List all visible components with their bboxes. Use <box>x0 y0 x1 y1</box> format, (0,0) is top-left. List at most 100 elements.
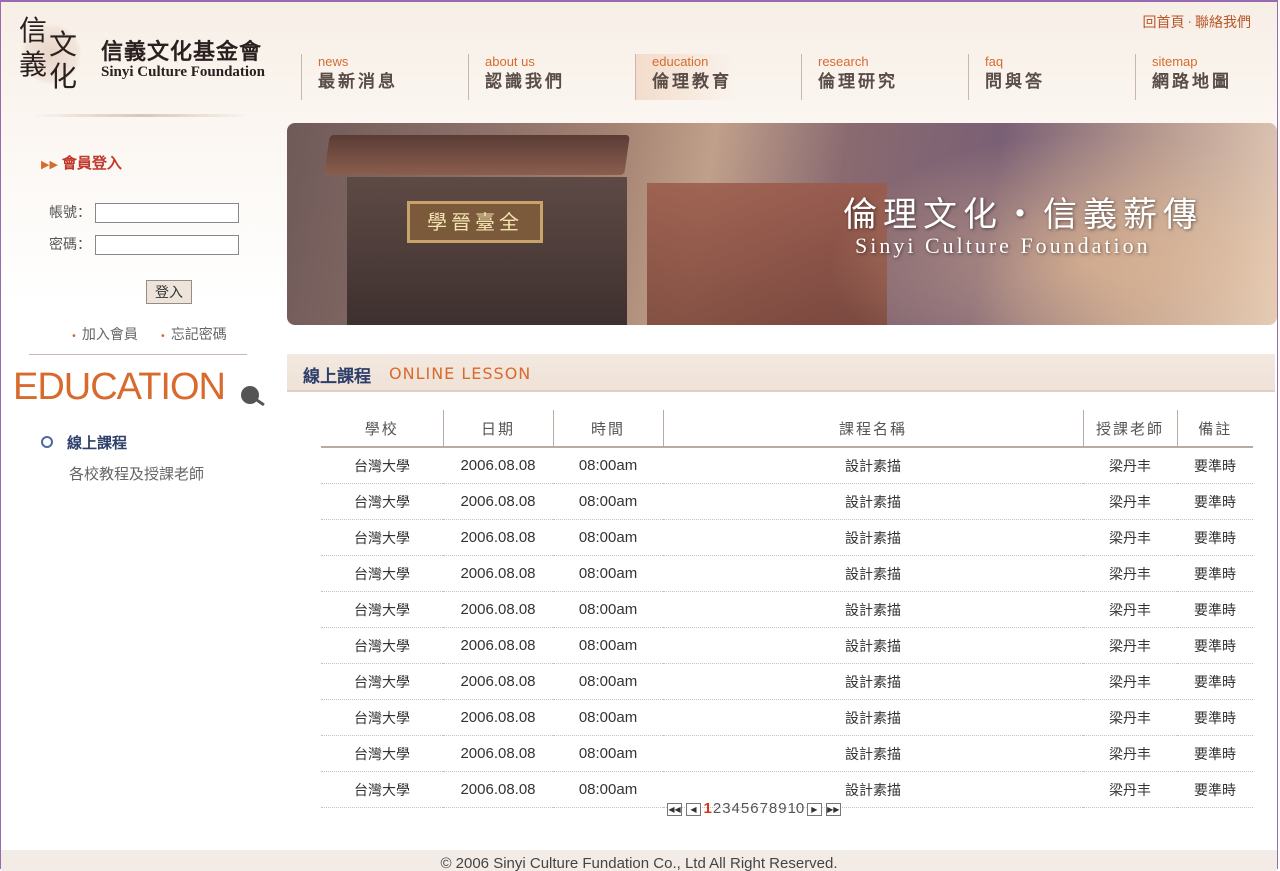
nav-item-news[interactable]: news 最新消息 <box>301 54 468 100</box>
cell-date: 2006.08.08 <box>443 627 553 664</box>
cell-time: 08:00am <box>553 663 663 700</box>
password-input[interactable] <box>95 235 239 255</box>
logo-divider <box>31 114 251 117</box>
table-row: 台灣大學 2006.08.08 08:00am 設計素描 梁丹丰 要準時 <box>321 447 1253 484</box>
page-link-2[interactable]: 2 <box>713 800 721 817</box>
logo-name-en: Sinyi Culture Foundation <box>101 64 265 80</box>
cell-course[interactable]: 設計素描 <box>663 591 1083 628</box>
page-link-6[interactable]: 6 <box>750 800 758 817</box>
cell-date: 2006.08.08 <box>443 735 553 772</box>
cell-course[interactable]: 設計素描 <box>663 555 1083 592</box>
cell-course[interactable]: 設計素描 <box>663 483 1083 520</box>
nav-item-education[interactable]: education 倫理教育 <box>635 54 802 100</box>
cell-date: 2006.08.08 <box>443 555 553 592</box>
cell-course[interactable]: 設計素描 <box>663 627 1083 664</box>
cell-school: 台灣大學 <box>321 591 443 628</box>
site-logo[interactable]: 信 文 義 化 信義文化基金會 Sinyi Culture Foundation <box>15 12 285 93</box>
cell-teacher: 梁丹丰 <box>1083 735 1177 772</box>
last-page-icon[interactable]: ▶▶ <box>825 802 841 816</box>
page-numbers: 12345678910 <box>703 800 805 817</box>
cell-note: 要準時 <box>1177 699 1253 736</box>
nav-item-sitemap[interactable]: sitemap 網路地圖 <box>1135 54 1280 100</box>
password-row: 密碼： <box>49 234 239 255</box>
table-row: 台灣大學 2006.08.08 08:00am 設計素描 梁丹丰 要準時 <box>321 699 1253 736</box>
page-link-10[interactable]: 10 <box>788 800 805 817</box>
side-menu-online-lesson[interactable]: 線上課程 <box>41 432 204 453</box>
cell-school: 台灣大學 <box>321 519 443 556</box>
contact-link[interactable]: 聯絡我們 <box>1195 15 1251 31</box>
cell-course[interactable]: 設計素描 <box>663 519 1083 556</box>
account-row: 帳號： <box>49 202 239 223</box>
cell-course[interactable]: 設計素描 <box>663 447 1083 484</box>
cell-date: 2006.08.08 <box>443 663 553 700</box>
cell-teacher: 梁丹丰 <box>1083 591 1177 628</box>
page-link-1[interactable]: 1 <box>704 800 712 817</box>
header-time: 時間 <box>552 410 663 448</box>
table-row: 台灣大學 2006.08.08 08:00am 設計素描 梁丹丰 要準時 <box>321 483 1253 520</box>
cell-note: 要準時 <box>1177 555 1253 592</box>
hero-banner: 學晉臺全 倫理文化・信義薪傳 Sinyi Culture Foundation <box>287 123 1277 325</box>
banner-title-cn: 倫理文化・信義薪傳 <box>843 195 1203 235</box>
login-links: • 加入會員 • 忘記密碼 <box>71 324 249 344</box>
page-link-4[interactable]: 4 <box>732 800 740 817</box>
cell-time: 08:00am <box>553 771 663 808</box>
banner-gate-graphic <box>347 177 627 325</box>
cell-date: 2006.08.08 <box>443 591 553 628</box>
banner-plaque: 學晉臺全 <box>407 201 543 243</box>
cell-note: 要準時 <box>1177 735 1253 772</box>
cell-time: 08:00am <box>553 735 663 772</box>
page-link-5[interactable]: 5 <box>741 800 749 817</box>
cell-school: 台灣大學 <box>321 699 443 736</box>
forgot-password-link[interactable]: • 忘記密碼 <box>160 327 227 343</box>
bullet-icon: • <box>159 331 166 342</box>
page-link-9[interactable]: 9 <box>778 800 786 817</box>
cell-time: 08:00am <box>553 483 663 520</box>
lessons-table: 學校 日期 時間 課程名稱 授課老師 備註 台灣大學 2006.08.08 08:0… <box>321 410 1253 808</box>
double-arrow-icon: ▶▶ <box>41 158 58 171</box>
sidebar-divider <box>29 354 247 355</box>
header-teacher: 授課老師 <box>1082 410 1177 448</box>
side-menu: 線上課程 各校教程及授課老師 <box>41 432 204 484</box>
account-input[interactable] <box>95 203 239 223</box>
cell-school: 台灣大學 <box>321 663 443 700</box>
cell-course[interactable]: 設計素描 <box>663 663 1083 700</box>
login-button[interactable]: 登入 <box>146 280 192 304</box>
cell-note: 要準時 <box>1177 771 1253 808</box>
table-row: 台灣大學 2006.08.08 08:00am 設計素描 梁丹丰 要準時 <box>321 519 1253 556</box>
cell-note: 要準時 <box>1177 519 1253 556</box>
cell-date: 2006.08.08 <box>443 447 553 484</box>
education-heading: EDUCATION <box>13 366 226 408</box>
next-page-icon[interactable]: ▶ <box>806 802 822 816</box>
header-course: 課程名稱 <box>662 410 1083 448</box>
home-link[interactable]: 回首頁 <box>1143 15 1185 31</box>
first-page-icon[interactable]: ◀◀ <box>667 802 682 816</box>
table-row: 台灣大學 2006.08.08 08:00am 設計素描 梁丹丰 要準時 <box>321 735 1253 772</box>
cell-course[interactable]: 設計素描 <box>663 699 1083 736</box>
banner-title-en: Sinyi Culture Foundation <box>855 233 1151 258</box>
cell-school: 台灣大學 <box>321 483 443 520</box>
cell-time: 08:00am <box>553 519 663 556</box>
cell-course[interactable]: 設計素描 <box>663 735 1083 772</box>
side-menu-school-courses[interactable]: 各校教程及授課老師 <box>69 463 204 484</box>
magnifier-icon <box>241 386 259 404</box>
cell-teacher: 梁丹丰 <box>1083 555 1177 592</box>
logo-seal: 信 文 義 化 <box>19 14 87 93</box>
nav-item-faq[interactable]: faq 問與答 <box>968 54 1135 100</box>
cell-time: 08:00am <box>553 699 663 736</box>
page-link-7[interactable]: 7 <box>760 800 768 817</box>
cell-date: 2006.08.08 <box>443 699 553 736</box>
section-title-cn: 線上課程 <box>303 367 371 387</box>
header-school: 學校 <box>321 410 443 448</box>
account-label: 帳號： <box>49 205 91 221</box>
nav-item-research[interactable]: research 倫理研究 <box>801 54 968 100</box>
password-label: 密碼： <box>49 237 91 253</box>
cell-note: 要準時 <box>1177 483 1253 520</box>
prev-page-icon[interactable]: ◀ <box>686 802 701 816</box>
cell-teacher: 梁丹丰 <box>1083 519 1177 556</box>
join-member-link[interactable]: • 加入會員 <box>71 327 138 343</box>
page-link-8[interactable]: 8 <box>769 800 777 817</box>
page-link-3[interactable]: 3 <box>722 800 730 817</box>
main-nav: news 最新消息 about us 認識我們 education 倫理教育 r… <box>301 54 1266 102</box>
nav-item-about[interactable]: about us 認識我們 <box>468 54 635 100</box>
footer: © 2006 Sinyi Culture Fundation Co., Ltd … <box>1 850 1277 871</box>
